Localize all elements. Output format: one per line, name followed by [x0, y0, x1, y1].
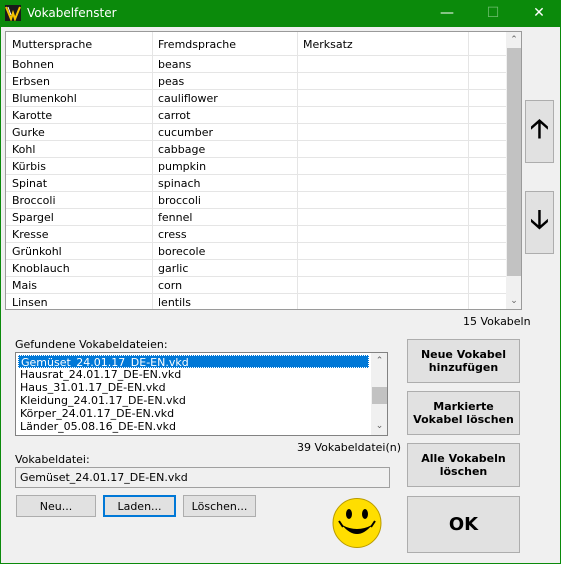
foreign-language-cell: cucumber — [158, 126, 214, 139]
new-button[interactable]: Neu... — [16, 495, 96, 517]
foreign-language-cell: cabbage — [158, 143, 206, 156]
column-header-mnemonic[interactable]: Merksatz — [303, 38, 353, 51]
scroll-down-icon[interactable]: ⌄ — [506, 293, 521, 309]
mother-tongue-cell: Linsen — [12, 296, 48, 309]
table-row[interactable]: Gurke cucumber — [6, 124, 506, 141]
scroll-down-icon[interactable]: ⌄ — [371, 418, 387, 435]
table-row[interactable]: Karotte carrot — [6, 107, 506, 124]
foreign-language-cell: garlic — [158, 262, 189, 275]
foreign-language-cell: cauliflower — [158, 92, 218, 105]
mother-tongue-cell: Gurke — [12, 126, 45, 139]
table-row[interactable]: Bohnen beans — [6, 56, 506, 73]
files-label: Gefundene Vokabeldateien: — [15, 338, 168, 351]
minimize-button[interactable]: — — [424, 0, 470, 27]
file-count: 39 Vokabeldatei(n) — [297, 441, 402, 454]
foreign-language-cell: fennel — [158, 211, 193, 224]
arrow-up-icon: 🡡 — [530, 113, 549, 144]
smiley-icon — [332, 498, 382, 548]
foreign-language-cell: pumpkin — [158, 160, 207, 173]
mother-tongue-cell: Knoblauch — [12, 262, 70, 275]
foreign-language-cell: peas — [158, 75, 185, 88]
mother-tongue-cell: Mais — [12, 279, 38, 292]
file-label: Vokabeldatei: — [15, 453, 90, 466]
foreign-language-cell: spinach — [158, 177, 201, 190]
column-header-foreign-language[interactable]: Fremdsprache — [158, 38, 236, 51]
foreign-language-cell: broccoli — [158, 194, 201, 207]
table-row[interactable]: Broccoli broccoli — [6, 192, 506, 209]
file-list-item[interactable]: Kleidung_24.01.17_DE-EN.vkd — [18, 394, 369, 407]
table-scrollbar[interactable]: ⌃ ⌄ — [506, 32, 521, 309]
file-list-item[interactable]: Länder_05.08.16_DE-EN.vkd — [18, 420, 369, 433]
title-bar: Vokabelfenster — ☐ ✕ — [0, 0, 561, 27]
table-row[interactable]: Kohl cabbage — [6, 141, 506, 158]
foreign-language-cell: carrot — [158, 109, 191, 122]
file-list-scrollbar[interactable]: ⌃ ⌄ — [371, 353, 387, 435]
vocab-table[interactable]: Muttersprache Fremdsprache Merksatz Bohn… — [5, 31, 522, 310]
table-row[interactable]: Linsen lentils — [6, 294, 506, 309]
foreign-language-cell: corn — [158, 279, 183, 292]
scroll-up-icon[interactable]: ⌃ — [371, 353, 387, 370]
file-list-item[interactable]: Gemüset_24.01.17_DE-EN.vkd — [18, 355, 369, 369]
foreign-language-cell: borecole — [158, 245, 206, 258]
file-list-item[interactable]: Hausrat_24.01.17_DE-EN.vkd — [18, 368, 369, 381]
file-name-field[interactable]: Gemüset_24.01.17_DE-EN.vkd — [15, 467, 390, 488]
mother-tongue-cell: Spargel — [12, 211, 54, 224]
mother-tongue-cell: Erbsen — [12, 75, 50, 88]
foreign-language-cell: lentils — [158, 296, 191, 309]
vocab-count: 15 Vokabeln — [463, 315, 531, 328]
table-row[interactable]: Grünkohl borecole — [6, 243, 506, 260]
delete-all-vocab-button[interactable]: Alle Vokabeln löschen — [407, 443, 520, 487]
file-list-item[interactable]: Haus_31.01.17_DE-EN.vkd — [18, 381, 369, 394]
mother-tongue-cell: Kürbis — [12, 160, 46, 173]
table-row[interactable]: Mais corn — [6, 277, 506, 294]
table-row[interactable]: Kresse cress — [6, 226, 506, 243]
file-list[interactable]: Gemüset_24.01.17_DE-EN.vkd Hausrat_24.01.… — [15, 352, 388, 436]
ok-button[interactable]: OK — [407, 496, 520, 553]
scroll-thumb[interactable] — [507, 48, 521, 276]
table-row[interactable]: Knoblauch garlic — [6, 260, 506, 277]
table-body: Bohnen beans Erbsen peas Blumenkohl cauliflow… — [6, 56, 506, 309]
table-row[interactable]: Kürbis pumpkin — [6, 158, 506, 175]
arrow-down-icon: 🡣 — [530, 204, 549, 235]
column-header-mother-tongue[interactable]: Muttersprache — [12, 38, 92, 51]
mother-tongue-cell: Spinat — [12, 177, 48, 190]
table-header: Muttersprache Fremdsprache Merksatz — [6, 32, 506, 56]
window-title: Vokabelfenster — [27, 6, 117, 20]
app-logo-icon — [5, 5, 21, 21]
file-list-item[interactable]: Körper_24.01.17_DE-EN.vkd — [18, 407, 369, 420]
delete-file-button[interactable]: Löschen... — [183, 495, 256, 517]
table-row[interactable]: Spinat spinach — [6, 175, 506, 192]
mother-tongue-cell: Kresse — [12, 228, 49, 241]
close-button[interactable]: ✕ — [516, 0, 561, 27]
scroll-thumb[interactable] — [372, 387, 387, 404]
maximize-button[interactable]: ☐ — [470, 0, 516, 27]
table-row[interactable]: Blumenkohl cauliflower — [6, 90, 506, 107]
table-row[interactable]: Erbsen peas — [6, 73, 506, 90]
foreign-language-cell: beans — [158, 58, 192, 71]
mother-tongue-cell: Karotte — [12, 109, 53, 122]
mother-tongue-cell: Blumenkohl — [12, 92, 77, 105]
move-down-button[interactable]: 🡣 — [525, 191, 554, 254]
move-up-button[interactable]: 🡡 — [525, 100, 554, 163]
scroll-up-icon[interactable]: ⌃ — [506, 32, 521, 48]
delete-marked-vocab-button[interactable]: Markierte Vokabel löschen — [407, 391, 520, 435]
mother-tongue-cell: Bohnen — [12, 58, 54, 71]
foreign-language-cell: cress — [158, 228, 187, 241]
table-row[interactable]: Spargel fennel — [6, 209, 506, 226]
add-vocab-button[interactable]: Neue Vokabel hinzufügen — [407, 339, 520, 383]
mother-tongue-cell: Grünkohl — [12, 245, 62, 258]
mother-tongue-cell: Broccoli — [12, 194, 56, 207]
mother-tongue-cell: Kohl — [12, 143, 36, 156]
load-button[interactable]: Laden... — [103, 495, 176, 517]
